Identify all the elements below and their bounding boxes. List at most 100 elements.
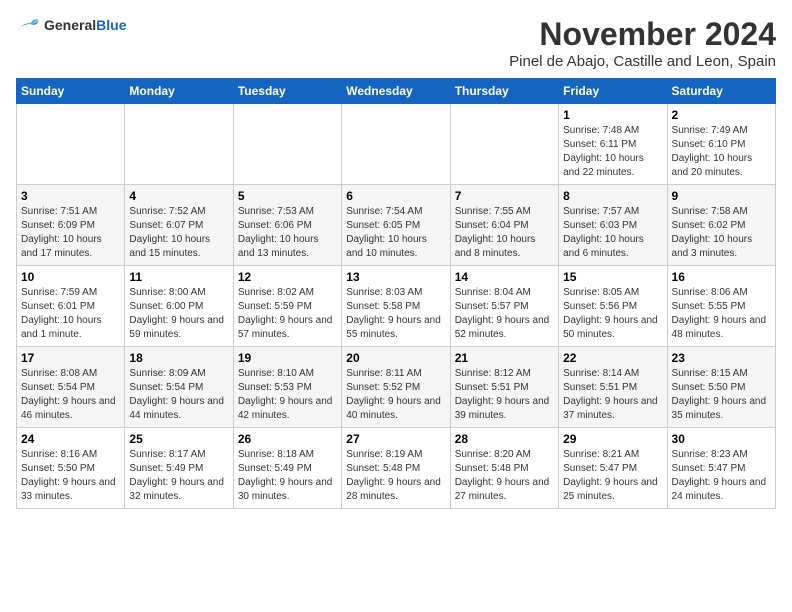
day-number: 6	[346, 189, 445, 203]
day-info: Sunrise: 8:16 AM Sunset: 5:50 PM Dayligh…	[21, 448, 120, 504]
calendar-cell: 15 Sunrise: 8:05 AM Sunset: 5:56 PM Dayli…	[559, 266, 667, 347]
day-info: Sunrise: 7:55 AM Sunset: 6:04 PM Dayligh…	[455, 205, 554, 261]
calendar-cell: 30 Sunrise: 8:23 AM Sunset: 5:47 PM Dayli…	[667, 428, 775, 509]
day-number: 24	[21, 432, 120, 446]
calendar-cell: 19Sunrise: 8:10 AM Sunset: 5:53 PM Dayli…	[233, 347, 341, 428]
calendar-cell: 14 Sunrise: 8:04 AM Sunset: 5:57 PM Dayli…	[450, 266, 558, 347]
calendar-cell: 9 Sunrise: 7:58 AM Sunset: 6:02 PM Daylig…	[667, 185, 775, 266]
location-title: Pinel de Abajo, Castille and Leon, Spain	[509, 53, 776, 70]
day-info: Sunrise: 8:10 AM Sunset: 5:53 PM Dayligh…	[238, 367, 337, 423]
day-info: Sunrise: 7:52 AM Sunset: 6:07 PM Dayligh…	[129, 205, 228, 261]
day-number: 15	[563, 270, 662, 284]
day-number: 22	[563, 351, 662, 365]
day-info: Sunrise: 7:48 AM Sunset: 6:11 PM Dayligh…	[563, 124, 662, 180]
day-number: 18	[129, 351, 228, 365]
day-info: Sunrise: 8:06 AM Sunset: 5:55 PM Dayligh…	[672, 286, 771, 342]
day-info: Sunrise: 8:23 AM Sunset: 5:47 PM Dayligh…	[672, 448, 771, 504]
calendar-cell: 4 Sunrise: 7:52 AM Sunset: 6:07 PM Daylig…	[125, 185, 233, 266]
day-number: 1	[563, 108, 662, 122]
day-info: Sunrise: 8:19 AM Sunset: 5:48 PM Dayligh…	[346, 448, 445, 504]
calendar-cell: 2Sunrise: 7:49 AM Sunset: 6:10 PM Daylig…	[667, 104, 775, 185]
calendar-cell	[125, 104, 233, 185]
calendar-cell	[17, 104, 125, 185]
calendar-cell: 21Sunrise: 8:12 AM Sunset: 5:51 PM Dayli…	[450, 347, 558, 428]
calendar-cell: 11 Sunrise: 8:00 AM Sunset: 6:00 PM Dayli…	[125, 266, 233, 347]
day-info: Sunrise: 7:59 AM Sunset: 6:01 PM Dayligh…	[21, 286, 120, 342]
calendar-cell: 24 Sunrise: 8:16 AM Sunset: 5:50 PM Dayli…	[17, 428, 125, 509]
title-area: November 2024 Pinel de Abajo, Castille a…	[509, 16, 776, 70]
column-header-friday: Friday	[559, 79, 667, 104]
day-number: 30	[672, 432, 771, 446]
calendar-cell: 29 Sunrise: 8:21 AM Sunset: 5:47 PM Dayli…	[559, 428, 667, 509]
day-number: 3	[21, 189, 120, 203]
calendar-cell: 17 Sunrise: 8:08 AM Sunset: 5:54 PM Dayli…	[17, 347, 125, 428]
day-info: Sunrise: 8:11 AM Sunset: 5:52 PM Dayligh…	[346, 367, 445, 423]
calendar-cell: 3 Sunrise: 7:51 AM Sunset: 6:09 PM Daylig…	[17, 185, 125, 266]
day-info: Sunrise: 8:02 AM Sunset: 5:59 PM Dayligh…	[238, 286, 337, 342]
calendar-cell: 12 Sunrise: 8:02 AM Sunset: 5:59 PM Dayli…	[233, 266, 341, 347]
calendar-cell: 10 Sunrise: 7:59 AM Sunset: 6:01 PM Dayli…	[17, 266, 125, 347]
calendar-cell: 23Sunrise: 8:15 AM Sunset: 5:50 PM Dayli…	[667, 347, 775, 428]
calendar-cell: 18 Sunrise: 8:09 AM Sunset: 5:54 PM Dayli…	[125, 347, 233, 428]
month-title: November 2024	[509, 16, 776, 53]
day-info: Sunrise: 8:03 AM Sunset: 5:58 PM Dayligh…	[346, 286, 445, 342]
calendar-cell: 16Sunrise: 8:06 AM Sunset: 5:55 PM Dayli…	[667, 266, 775, 347]
day-info: Sunrise: 7:53 AM Sunset: 6:06 PM Dayligh…	[238, 205, 337, 261]
day-info: Sunrise: 8:04 AM Sunset: 5:57 PM Dayligh…	[455, 286, 554, 342]
day-number: 8	[563, 189, 662, 203]
day-number: 28	[455, 432, 554, 446]
day-info: Sunrise: 8:15 AM Sunset: 5:50 PM Dayligh…	[672, 367, 771, 423]
day-number: 20	[346, 351, 445, 365]
day-info: Sunrise: 8:08 AM Sunset: 5:54 PM Dayligh…	[21, 367, 120, 423]
day-info: Sunrise: 7:51 AM Sunset: 6:09 PM Dayligh…	[21, 205, 120, 261]
day-number: 27	[346, 432, 445, 446]
day-number: 14	[455, 270, 554, 284]
day-info: Sunrise: 8:09 AM Sunset: 5:54 PM Dayligh…	[129, 367, 228, 423]
day-info: Sunrise: 8:20 AM Sunset: 5:48 PM Dayligh…	[455, 448, 554, 504]
week-row-5: 24 Sunrise: 8:16 AM Sunset: 5:50 PM Dayli…	[17, 428, 776, 509]
day-number: 25	[129, 432, 228, 446]
day-info: Sunrise: 8:21 AM Sunset: 5:47 PM Dayligh…	[563, 448, 662, 504]
day-number: 11	[129, 270, 228, 284]
calendar-table: SundayMondayTuesdayWednesdayThursdayFrid…	[16, 78, 776, 509]
header: GeneralBlue November 2024 Pinel de Abajo…	[16, 16, 776, 70]
logo: GeneralBlue	[16, 16, 126, 36]
calendar-cell	[450, 104, 558, 185]
day-info: Sunrise: 7:54 AM Sunset: 6:05 PM Dayligh…	[346, 205, 445, 261]
day-number: 12	[238, 270, 337, 284]
day-info: Sunrise: 8:00 AM Sunset: 6:00 PM Dayligh…	[129, 286, 228, 342]
calendar-cell	[233, 104, 341, 185]
day-info: Sunrise: 8:05 AM Sunset: 5:56 PM Dayligh…	[563, 286, 662, 342]
calendar-cell: 13 Sunrise: 8:03 AM Sunset: 5:58 PM Dayli…	[342, 266, 450, 347]
logo-bird-icon	[16, 16, 40, 36]
calendar-cell: 27 Sunrise: 8:19 AM Sunset: 5:48 PM Dayli…	[342, 428, 450, 509]
day-number: 9	[672, 189, 771, 203]
day-info: Sunrise: 8:18 AM Sunset: 5:49 PM Dayligh…	[238, 448, 337, 504]
day-info: Sunrise: 8:12 AM Sunset: 5:51 PM Dayligh…	[455, 367, 554, 423]
calendar-cell	[342, 104, 450, 185]
column-header-sunday: Sunday	[17, 79, 125, 104]
day-info: Sunrise: 8:17 AM Sunset: 5:49 PM Dayligh…	[129, 448, 228, 504]
day-number: 5	[238, 189, 337, 203]
logo-general: GeneralBlue	[44, 17, 126, 35]
week-row-3: 10 Sunrise: 7:59 AM Sunset: 6:01 PM Dayli…	[17, 266, 776, 347]
calendar-cell: 25 Sunrise: 8:17 AM Sunset: 5:49 PM Dayli…	[125, 428, 233, 509]
day-number: 29	[563, 432, 662, 446]
day-number: 4	[129, 189, 228, 203]
day-number: 7	[455, 189, 554, 203]
day-number: 17	[21, 351, 120, 365]
day-number: 13	[346, 270, 445, 284]
calendar-cell: 28 Sunrise: 8:20 AM Sunset: 5:48 PM Dayli…	[450, 428, 558, 509]
calendar-cell: 5 Sunrise: 7:53 AM Sunset: 6:06 PM Daylig…	[233, 185, 341, 266]
column-header-wednesday: Wednesday	[342, 79, 450, 104]
week-row-1: 1 Sunrise: 7:48 AM Sunset: 6:11 PM Daylig…	[17, 104, 776, 185]
calendar-cell: 1 Sunrise: 7:48 AM Sunset: 6:11 PM Daylig…	[559, 104, 667, 185]
week-row-4: 17 Sunrise: 8:08 AM Sunset: 5:54 PM Dayli…	[17, 347, 776, 428]
day-number: 10	[21, 270, 120, 284]
calendar-cell: 8Sunrise: 7:57 AM Sunset: 6:03 PM Daylig…	[559, 185, 667, 266]
day-info: Sunrise: 7:58 AM Sunset: 6:02 PM Dayligh…	[672, 205, 771, 261]
column-headers: SundayMondayTuesdayWednesdayThursdayFrid…	[17, 79, 776, 104]
calendar-cell: 7 Sunrise: 7:55 AM Sunset: 6:04 PM Daylig…	[450, 185, 558, 266]
day-info: Sunrise: 7:49 AM Sunset: 6:10 PM Dayligh…	[672, 124, 771, 180]
calendar-cell: 6 Sunrise: 7:54 AM Sunset: 6:05 PM Daylig…	[342, 185, 450, 266]
